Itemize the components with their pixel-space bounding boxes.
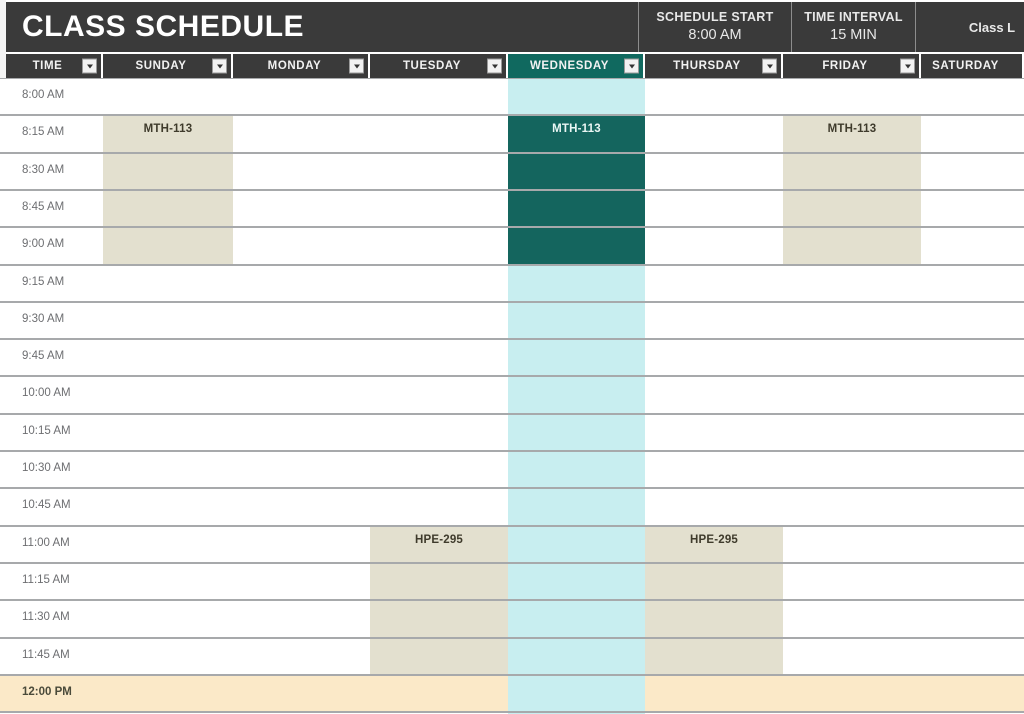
time-slot-label: 9:15 AM bbox=[22, 275, 65, 288]
time-slot-label: 10:00 AM bbox=[22, 387, 71, 400]
grid-row-divider bbox=[0, 487, 1024, 490]
chevron-down-glyph bbox=[766, 64, 773, 68]
chevron-down-glyph bbox=[491, 64, 498, 68]
title-bar: CLASS SCHEDULE SCHEDULE START 8:00 AM TI… bbox=[6, 2, 1024, 52]
page-title: CLASS SCHEDULE bbox=[22, 10, 305, 43]
grid-row-divider bbox=[0, 263, 1024, 266]
chevron-down-glyph bbox=[216, 64, 223, 68]
grid-row-divider bbox=[0, 375, 1024, 378]
column-header-monday[interactable]: MONDAY bbox=[233, 54, 370, 78]
grid-row-divider bbox=[0, 599, 1024, 602]
grid-row-divider bbox=[0, 711, 1024, 714]
column-header-label: FRIDAY bbox=[822, 60, 868, 72]
column-header-label: THURSDAY bbox=[673, 60, 741, 72]
column-header-label: WEDNESDAY bbox=[529, 60, 610, 72]
column-header-label: SUNDAY bbox=[135, 60, 187, 72]
column-header-label: SATURDAY bbox=[932, 60, 999, 72]
grid-row-divider bbox=[0, 524, 1024, 527]
time-interval-cell[interactable]: TIME INTERVAL 15 MIN bbox=[791, 2, 915, 52]
column-header-friday[interactable]: FRIDAY bbox=[783, 54, 921, 78]
grid-row-divider bbox=[0, 188, 1024, 191]
time-slot-label: 9:45 AM bbox=[22, 350, 65, 363]
time-slot-label: 9:00 AM bbox=[22, 238, 65, 251]
grid-row-divider bbox=[0, 114, 1024, 117]
time-slot-label: 8:30 AM bbox=[22, 163, 65, 176]
time-slot-label: 10:45 AM bbox=[22, 499, 71, 512]
schedule-start-label: SCHEDULE START bbox=[656, 9, 774, 24]
time-slot-label: 11:15 AM bbox=[22, 573, 70, 586]
chevron-down-glyph bbox=[86, 64, 93, 68]
column-header-label: TIME bbox=[32, 60, 63, 72]
column-header-label: TUESDAY bbox=[402, 60, 462, 72]
class-schedule-spreadsheet: CLASS SCHEDULE SCHEDULE START 8:00 AM TI… bbox=[0, 0, 1024, 714]
schedule-start-value: 8:00 AM bbox=[688, 26, 742, 43]
title-block: CLASS SCHEDULE bbox=[6, 2, 638, 52]
column-header-time[interactable]: TIME bbox=[6, 54, 103, 78]
time-slot-label: 8:45 AM bbox=[22, 200, 65, 213]
chevron-down-icon[interactable] bbox=[900, 58, 915, 74]
column-header-label: MONDAY bbox=[267, 60, 322, 72]
class-legend-label: Class L bbox=[968, 19, 1016, 35]
grid-row-divider bbox=[0, 561, 1024, 564]
chevron-down-glyph bbox=[628, 64, 635, 68]
time-slot-label: 10:30 AM bbox=[22, 462, 71, 474]
class-code-label: MTH-113 bbox=[552, 123, 601, 136]
grid-row-divider bbox=[0, 338, 1024, 341]
class-code-label: MTH-113 bbox=[827, 123, 877, 136]
time-slot-label: 10:15 AM bbox=[22, 424, 71, 437]
chevron-down-icon[interactable] bbox=[762, 58, 777, 74]
time-slot-label: 8:00 AM bbox=[22, 89, 65, 101]
time-interval-value: 15 MIN bbox=[830, 26, 877, 43]
grid-row-divider bbox=[0, 412, 1024, 415]
chevron-down-icon[interactable] bbox=[349, 58, 364, 74]
time-slot-label: 8:15 AM bbox=[22, 126, 65, 139]
chevron-down-icon[interactable] bbox=[212, 58, 227, 74]
grid-row-divider bbox=[0, 636, 1024, 639]
column-header-wednesday[interactable]: WEDNESDAY bbox=[508, 54, 645, 78]
time-slot-label: 11:30 AM bbox=[22, 611, 70, 624]
time-slot-label: 12:00 PM bbox=[22, 685, 72, 698]
column-header-saturday[interactable]: SATURDAY bbox=[921, 54, 1024, 78]
column-header-thursday[interactable]: THURSDAY bbox=[645, 54, 783, 78]
grid-row-divider bbox=[0, 151, 1024, 154]
schedule-grid: MTH-113 MTH-113 MTH-113 HPE-295 HPE-295 8:00 … bbox=[0, 78, 1024, 714]
chevron-down-glyph bbox=[904, 64, 911, 68]
column-header-row: TIME SUNDAY MONDAY TUESDAY WEDNESDAY THURSDAY… bbox=[6, 54, 1024, 78]
grid-row-divider bbox=[0, 673, 1024, 676]
chevron-down-icon[interactable] bbox=[82, 58, 97, 74]
time-slot-label: 11:45 AM bbox=[22, 648, 70, 661]
time-interval-label: TIME INTERVAL bbox=[804, 9, 903, 24]
chevron-down-icon[interactable] bbox=[487, 58, 502, 74]
class-code-label: HPE-295 bbox=[689, 533, 739, 546]
grid-row-divider bbox=[0, 78, 1024, 79]
time-slot-label: 11:00 AM bbox=[22, 536, 70, 549]
chevron-down-glyph bbox=[353, 64, 360, 68]
grid-row-divider bbox=[0, 450, 1024, 452]
column-header-sunday[interactable]: SUNDAY bbox=[103, 54, 233, 78]
grid-row-divider bbox=[0, 300, 1024, 303]
class-code-label: MTH-113 bbox=[143, 123, 193, 136]
grid-row-divider bbox=[0, 226, 1024, 229]
class-legend-cell: Class L bbox=[915, 2, 1024, 52]
time-slot-label: 9:30 AM bbox=[22, 312, 65, 325]
schedule-start-cell[interactable]: SCHEDULE START 8:00 AM bbox=[638, 2, 791, 52]
class-code-label: HPE-295 bbox=[414, 533, 464, 546]
column-header-tuesday[interactable]: TUESDAY bbox=[370, 54, 508, 78]
chevron-down-icon[interactable] bbox=[624, 58, 639, 74]
